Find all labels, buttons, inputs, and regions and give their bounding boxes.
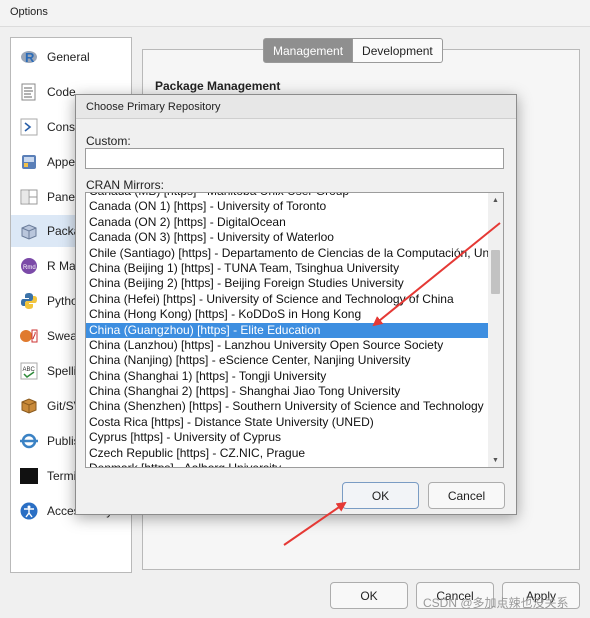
mirror-item[interactable]: Cyprus [https] - University of Cyprus	[86, 430, 489, 445]
accessibility-icon	[19, 501, 39, 521]
terminal-icon	[19, 466, 39, 486]
panel-tabs: Management Development	[263, 38, 443, 63]
tab-management[interactable]: Management	[263, 38, 354, 63]
custom-repository-input[interactable]	[85, 148, 504, 169]
mirror-item[interactable]: Canada (MB) [https] - Manitoba Unix User…	[86, 193, 489, 199]
sidebar-item-label: Code	[47, 85, 76, 99]
svg-text:Rmd: Rmd	[23, 265, 36, 271]
choose-repository-dialog: Choose Primary Repository Custom: CRAN M…	[75, 94, 517, 515]
dialog-ok-button[interactable]: OK	[342, 482, 419, 509]
tab-development[interactable]: Development	[353, 38, 443, 63]
cran-mirror-list[interactable]: Canada (MB) [https] - Manitoba Unix User…	[85, 192, 504, 468]
mirror-item[interactable]: Denmark [https] - Aalborg University	[86, 461, 489, 467]
mirror-item[interactable]: China (Shanghai 1) [https] - Tongji Univ…	[86, 369, 489, 384]
scroll-up-arrow-icon[interactable]: ▲	[488, 193, 503, 207]
rmarkdown-icon: Rmd	[19, 256, 39, 276]
console-prompt-icon	[19, 117, 39, 137]
mirror-item[interactable]: Czech Republic [https] - CZ.NIC, Prague	[86, 446, 489, 461]
package-management-heading: Package Management	[155, 79, 281, 93]
sidebar-item-label: Termi	[47, 469, 77, 483]
mirror-item[interactable]: China (Shenzhen) [https] - Southern Univ…	[86, 399, 489, 414]
window-title: Options	[0, 0, 590, 27]
svg-text:R: R	[25, 50, 35, 65]
python-logo-icon	[19, 291, 39, 311]
sidebar-item-label: Spelli	[47, 364, 77, 378]
mirror-item-selected[interactable]: China (Guangzhou) [https] - Elite Educat…	[86, 322, 489, 338]
options-ok-button[interactable]: OK	[330, 582, 408, 609]
appearance-icon	[19, 152, 39, 172]
sidebar-item-label: Pytho	[47, 294, 78, 308]
publishing-icon	[19, 431, 39, 451]
mirror-item[interactable]: Chile (Santiago) [https] - Departamento …	[86, 246, 489, 261]
mirror-item[interactable]: Costa Rica [https] - Distance State Univ…	[86, 415, 489, 430]
cran-mirrors-label: CRAN Mirrors:	[86, 178, 164, 192]
r-logo-icon: R	[19, 47, 39, 67]
scrollbar-thumb[interactable]	[491, 250, 500, 294]
mirror-item[interactable]: Canada (ON 3) [https] - University of Wa…	[86, 230, 489, 245]
sidebar-item-label: Pane	[47, 190, 76, 204]
mirror-item[interactable]: China (Beijing 1) [https] - TUNA Team, T…	[86, 261, 489, 276]
mirror-item[interactable]: China (Nanjing) [https] - eScience Cente…	[86, 353, 489, 368]
sidebar-item-label: Appe	[47, 155, 76, 169]
git-svn-icon	[19, 396, 39, 416]
sidebar-item-label: R Ma	[47, 259, 76, 273]
mirror-item[interactable]: Canada (ON 2) [https] - DigitalOcean	[86, 215, 489, 230]
custom-label: Custom:	[86, 134, 131, 148]
mirror-item[interactable]: China (Shanghai 2) [https] - Shanghai Ji…	[86, 384, 489, 399]
mirror-item[interactable]: China (Lanzhou) [https] - Lanzhou Univer…	[86, 338, 489, 353]
watermark: CSDN @多加点辣也没关系	[423, 596, 569, 610]
vertical-scrollbar[interactable]: ▲ ▼	[488, 193, 503, 467]
mirror-item[interactable]: China (Hefei) [https] - University of Sc…	[86, 292, 489, 307]
pane-layout-icon	[19, 187, 39, 207]
spelling-abc-icon: ABC	[19, 361, 39, 381]
dialog-title: Choose Primary Repository	[76, 95, 516, 119]
sidebar-item-label: General	[47, 50, 90, 64]
sidebar-item-general[interactable]: R General	[11, 41, 131, 73]
mirror-rows: Canada (MB) [https] - Manitoba Unix User…	[86, 193, 489, 467]
mirror-item[interactable]: Canada (ON 1) [https] - University of To…	[86, 199, 489, 214]
sweave-pdf-icon	[19, 326, 39, 346]
dialog-cancel-button[interactable]: Cancel	[428, 482, 505, 509]
scroll-down-arrow-icon[interactable]: ▼	[488, 453, 503, 467]
mirror-item[interactable]: China (Hong Kong) [https] - KoDDoS in Ho…	[86, 307, 489, 322]
code-document-icon	[19, 82, 39, 102]
packages-box-icon	[19, 221, 39, 241]
mirror-item[interactable]: China (Beijing 2) [https] - Beijing Fore…	[86, 276, 489, 291]
